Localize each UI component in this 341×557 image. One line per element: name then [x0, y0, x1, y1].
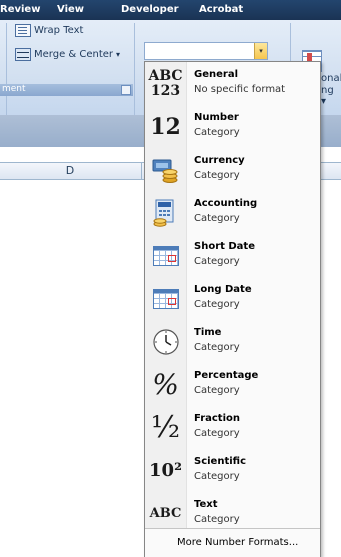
tab-view[interactable]: View [57, 4, 84, 15]
chevron-down-icon[interactable]: ▾ [254, 43, 267, 59]
format-fraction[interactable]: ½ Fraction Category [145, 406, 320, 449]
dialog-launcher-icon[interactable] [121, 85, 131, 95]
wrap-text-icon [15, 24, 31, 37]
wrap-text-button[interactable]: Wrap Text [15, 24, 83, 37]
group-separator [6, 23, 7, 115]
format-subtitle: No specific format [194, 84, 286, 95]
merge-center-label: Merge & Center [34, 49, 114, 60]
number-format-combo[interactable]: ▾ [144, 42, 268, 60]
format-long-date[interactable]: Long Date Category [145, 277, 320, 320]
format-title: General [194, 69, 238, 80]
format-subtitle: Category [194, 213, 240, 224]
format-title: Currency [194, 155, 245, 166]
format-title: Fraction [194, 413, 240, 424]
tab-review[interactable]: Review [0, 4, 40, 15]
calendar-icon [149, 282, 182, 315]
format-title: Accounting [194, 198, 258, 209]
column-header-d[interactable]: D [0, 163, 140, 179]
format-currency[interactable]: Currency Category [145, 148, 320, 191]
more-number-formats-label: More Number Formats... [177, 537, 299, 548]
accounting-icon [149, 196, 182, 229]
conditional-formatting-label[interactable]: onal [321, 73, 341, 84]
more-number-formats-button[interactable]: More Number Formats... [145, 528, 320, 557]
format-title: Long Date [194, 284, 252, 295]
format-title: Scientific [194, 456, 247, 467]
currency-icon [149, 153, 182, 186]
percent-icon: % [152, 368, 179, 401]
ribbon-tab-strip: Review View Developer Acrobat [0, 0, 341, 20]
column-divider [141, 163, 142, 179]
number-12-icon: 12 [150, 113, 181, 140]
format-title: Text [194, 499, 218, 510]
tab-developer[interactable]: Developer [121, 4, 179, 15]
scientific-icon: 10² [149, 460, 182, 481]
alignment-group-label: ment [0, 84, 133, 96]
fraction-icon: ½ [150, 410, 181, 445]
format-time[interactable]: Time Category [145, 320, 320, 363]
format-title: Short Date [194, 241, 255, 252]
format-general[interactable]: ABC 123 General No specific format [145, 62, 320, 105]
format-subtitle: Category [194, 471, 240, 482]
text-abc-icon: ABC [149, 506, 182, 521]
calendar-icon [149, 239, 182, 272]
tab-acrobat[interactable]: Acrobat [199, 4, 243, 15]
format-title: Percentage [194, 370, 259, 381]
format-subtitle: Category [194, 256, 240, 267]
format-subtitle: Category [194, 342, 240, 353]
format-short-date[interactable]: Short Date Category [145, 234, 320, 277]
format-subtitle: Category [194, 514, 240, 525]
merge-center-icon [15, 48, 31, 61]
clock-icon [149, 325, 182, 358]
wrap-text-label: Wrap Text [34, 25, 84, 36]
format-number[interactable]: 12 Number Category [145, 105, 320, 148]
format-subtitle: Category [194, 127, 240, 138]
format-subtitle: Category [194, 385, 240, 396]
format-accounting[interactable]: Accounting Category [145, 191, 320, 234]
format-title: Number [194, 112, 239, 123]
format-subtitle: Category [194, 299, 240, 310]
chevron-down-icon: ▾ [116, 50, 121, 59]
conditional-formatting-label-2[interactable]: ng ▾ [321, 85, 341, 107]
format-subtitle: Category [194, 170, 240, 181]
group-separator [134, 23, 135, 115]
format-scientific[interactable]: 10² Scientific Category [145, 449, 320, 492]
format-subtitle: Category [194, 428, 240, 439]
abc-123-icon: ABC 123 [148, 67, 183, 99]
format-percentage[interactable]: % Percentage Category [145, 363, 320, 406]
format-title: Time [194, 327, 222, 338]
merge-center-button[interactable]: Merge & Center ▾ [15, 48, 120, 61]
number-format-dropdown: ABC 123 General No specific format 12 Nu… [144, 61, 321, 557]
